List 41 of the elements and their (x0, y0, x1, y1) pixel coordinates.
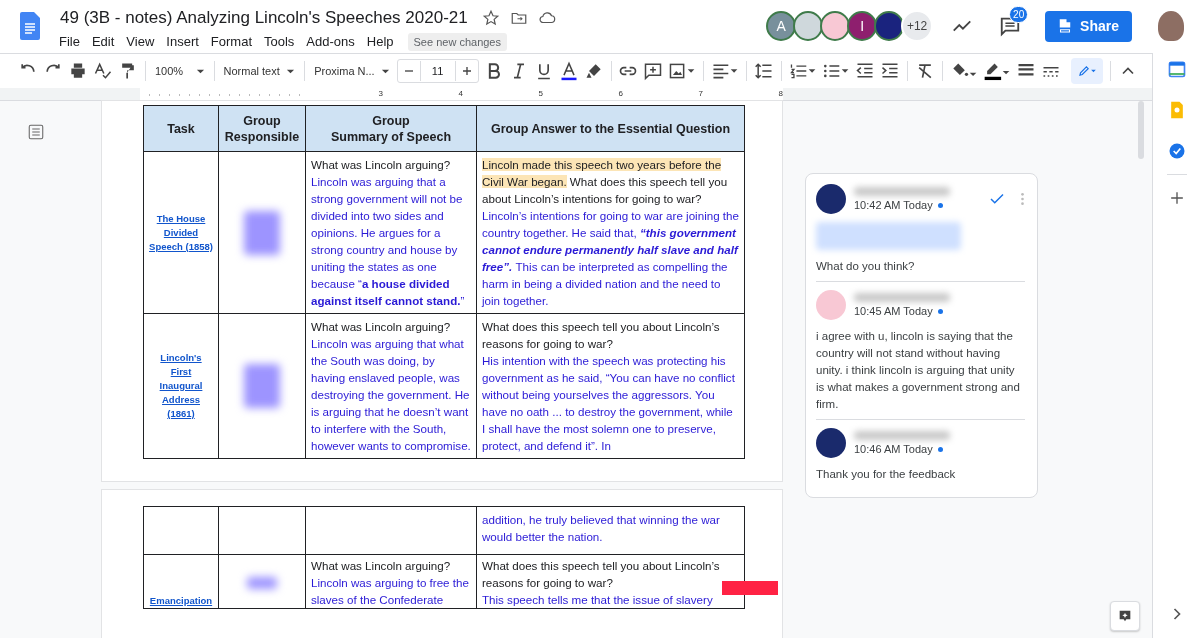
cell-text: What was Lincoln arguing? (311, 157, 452, 173)
column-header: Group Responsible (218, 105, 306, 152)
cell-text: Lincoln was arguing to free the slaves of the Confederate (311, 575, 470, 608)
comment-text: Thank you for the feedback (816, 467, 957, 482)
style-dropdown[interactable]: Normal text (221, 65, 298, 77)
see-new-changes-button[interactable]: See new changes (407, 32, 507, 51)
column-header: Task (143, 105, 219, 152)
cell-text: What was Lincoln arguing? (311, 319, 452, 335)
font-dropdown[interactable]: Proxima N... (312, 65, 392, 77)
avatar[interactable]: I (847, 11, 878, 41)
menu-item[interactable]: View (120, 31, 161, 52)
share-button[interactable]: Share (1045, 10, 1132, 42)
cell-text: His intention with the speech was protecting his government as he said, “You can have no conflict without being yourselves the aggressors. You have no oath ... to destroy the government, while I shall have the most solemn one to preserve, protect, and defend it”. In (482, 353, 736, 454)
comment-text: i agree with u, lincoln is saying that the country will not stand without having unity. i think lincoln is arguing that unity is what makes a government strong and firm. (816, 329, 1021, 412)
cell-text: What does this speech tell you about Lincoln’s reasons for going to war? (482, 558, 721, 591)
menu-item[interactable]: File (59, 31, 86, 52)
zoom-dropdown[interactable]: 100% (152, 65, 207, 77)
cell-text: This speech tells me that the issue of slavery (482, 592, 714, 608)
document-title[interactable]: 49 (3B - notes) Analyzing Lincoln's Speeches 2020-21 (60, 8, 468, 28)
ruler[interactable]: 3 4 5 6 7 8 (140, 88, 783, 100)
column-header: Group Summary of Speech (305, 105, 477, 152)
cell-text: What does this speech tell you about Lincoln’s reasons for going to war? (482, 319, 721, 352)
menu-item[interactable]: Insert (160, 31, 205, 52)
cell-text: Lincoln was arguing that what the South was doing, by having enslaved people, was destroying the government. He is arguing that he doesn’t want to interfere with the South, however wants to compromise. (311, 336, 471, 454)
menu-item[interactable]: Edit (85, 31, 121, 52)
cell-text: Lincoln made this speech two years before the Civil War began. What does this speech tell you about Lincoln’s intentions for going to war? (482, 157, 729, 207)
column-header: Group Answer to the Essential Question (476, 105, 745, 152)
menu-item[interactable]: Add-ons (300, 31, 361, 52)
comment-time: 10:45 AM Today (854, 305, 933, 317)
cell-text: What was Lincoln arguing? (311, 558, 452, 574)
menu-item[interactable]: Format (204, 31, 258, 52)
cell-text: Lincoln was arguing that a strong government will not be divided into two sides and opinions. He argues for a strong country and house by uniting the states as one because “a house divided against itself cannot stand.” (311, 174, 466, 309)
comment-count-badge: 20 (1009, 6, 1029, 23)
comment-text: What do you think? (816, 259, 916, 274)
menu-item[interactable]: Tools (258, 31, 301, 52)
comment-time: 10:42 AM Today (854, 199, 933, 211)
cell-text: addition, he truly believed that winning the war would better the nation. (482, 512, 721, 545)
comment-time: 10:46 AM Today (854, 443, 933, 455)
more-collaborators-badge[interactable]: +12 (901, 10, 934, 42)
menu-item[interactable]: Help (360, 31, 400, 52)
cell-text: Lincoln’s intentions for going to war are joining the country together. He said that, “this government cannot endure permanently half slave and half free”. This can be interpreted as compelling the harm in being a divided nation and the need to join together. (482, 208, 739, 309)
